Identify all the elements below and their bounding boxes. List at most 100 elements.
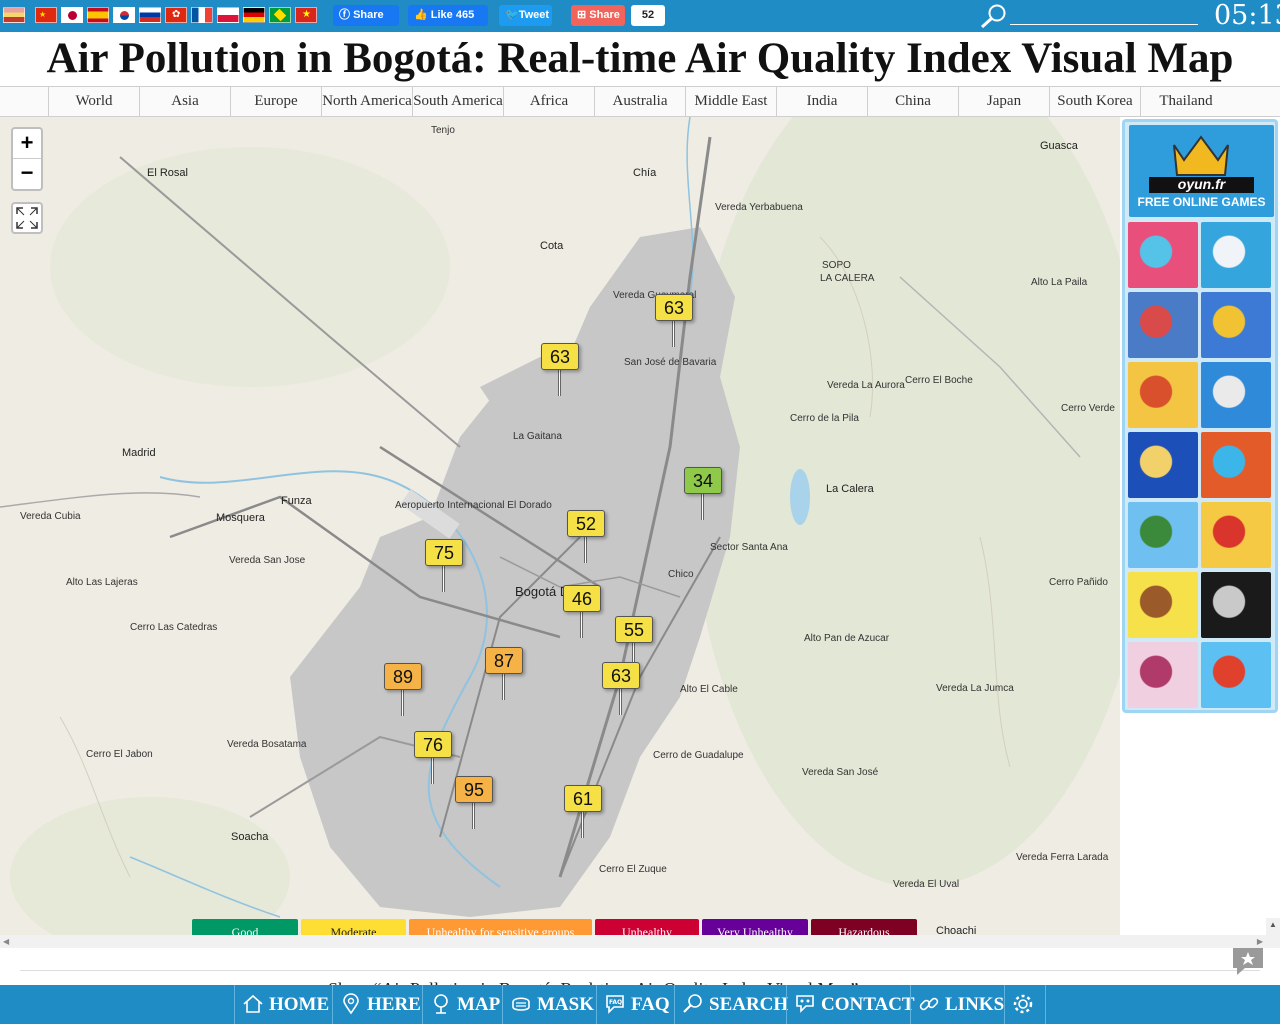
map-label: Cerro El Boche [905, 375, 973, 386]
map-label: Madrid [122, 447, 156, 459]
search-input[interactable] [1010, 24, 1198, 25]
road [0, 492, 201, 508]
scroll-left-arrow-icon[interactable]: ◀ [3, 937, 9, 946]
station-pin [584, 537, 587, 563]
vertical-scrollbar[interactable]: ▲ [1266, 918, 1280, 948]
game-thumb-8[interactable] [1201, 432, 1271, 498]
region-tab-south-america[interactable]: South America [412, 87, 503, 116]
flag-france-icon[interactable] [191, 7, 213, 23]
flag-brazil-icon[interactable] [269, 7, 291, 23]
search-icon[interactable] [980, 3, 1008, 29]
game-thumb-1[interactable] [1128, 222, 1198, 288]
map-label: Chía [633, 167, 657, 179]
nav-search[interactable]: SEARCH [674, 985, 788, 1024]
region-tab-thailand[interactable]: Thailand [1140, 87, 1231, 116]
map-label: Vereda Ferra Larada [1016, 852, 1109, 863]
game-thumb-6[interactable] [1201, 362, 1271, 428]
nav-map[interactable]: MAP [422, 985, 502, 1024]
aqi-station-marker[interactable]: 52 [567, 510, 605, 537]
oyun-banner[interactable]: oyun.fr FREE ONLINE GAMES [1129, 125, 1274, 217]
map-label: Tenjo [431, 125, 455, 136]
aqi-station-marker[interactable]: 63 [602, 662, 640, 689]
region-tab-europe[interactable]: Europe [230, 87, 321, 116]
aqi-station-marker[interactable]: 63 [655, 294, 693, 321]
flag-russia-icon[interactable] [139, 7, 161, 23]
aqi-station-marker[interactable]: 55 [615, 616, 653, 643]
facebook-share-button[interactable]: ⓕ Share [333, 5, 399, 26]
flag-poland-icon[interactable] [217, 7, 239, 23]
link-chain-icon [919, 997, 939, 1011]
map-label: Cerro de Guadalupe [653, 750, 744, 761]
region-tab-asia[interactable]: Asia [139, 87, 230, 116]
flag-south-korea-icon[interactable] [113, 7, 135, 23]
game-thumb-12[interactable] [1201, 572, 1271, 638]
game-thumb-2[interactable] [1201, 222, 1271, 288]
scroll-up-arrow-icon[interactable]: ▲ [1269, 920, 1277, 929]
share-button[interactable]: ⊞ Share [571, 5, 625, 26]
air-quality-map[interactable]: Tenjo Chía Guasca El Rosal Cota Vereda Yerbab… [0, 117, 1120, 935]
map-label: Guasca [1040, 140, 1078, 152]
nav-home[interactable]: HOME [234, 985, 332, 1024]
games-ad-panel[interactable]: oyun.fr FREE ONLINE GAMES [1122, 119, 1278, 713]
region-tab-china[interactable]: China [867, 87, 958, 116]
game-thumb-9[interactable] [1128, 502, 1198, 568]
flag-spain-icon[interactable] [87, 7, 109, 23]
facebook-like-button[interactable]: 👍 Like 465 [408, 5, 488, 26]
game-thumb-11[interactable] [1128, 572, 1198, 638]
legend-good: Good [192, 919, 298, 935]
game-thumb-4[interactable] [1201, 292, 1271, 358]
game-thumb-3[interactable] [1128, 292, 1198, 358]
region-tab-world[interactable]: World [48, 87, 139, 116]
game-thumb-7[interactable] [1128, 432, 1198, 498]
game-thumb-14[interactable] [1201, 642, 1271, 708]
region-tab-north-america[interactable]: North America [321, 87, 412, 116]
map-label: Vereda San Jose [229, 555, 306, 566]
nav-mask[interactable]: MASK [502, 985, 596, 1024]
ad-brand: oyun.fr [1177, 176, 1226, 192]
nav-settings[interactable] [1004, 985, 1046, 1024]
aqi-station-marker[interactable]: 89 [384, 663, 422, 690]
flag-vietnam-icon[interactable]: ★ [295, 7, 317, 23]
horizontal-scrollbar[interactable]: ◀ ▶ [0, 935, 1266, 948]
aqi-station-marker[interactable]: 95 [455, 776, 493, 803]
map-label: Cerro Pañido [1049, 577, 1108, 588]
aqi-station-marker[interactable]: 87 [485, 647, 523, 674]
region-tab-australia[interactable]: Australia [594, 87, 685, 116]
flag-germany-icon[interactable] [243, 7, 265, 23]
clock-time: 05:13 [1214, 0, 1280, 31]
region-tab-india[interactable]: India [776, 87, 867, 116]
aqi-station-marker[interactable]: 34 [684, 467, 722, 494]
region-tab-south-korea[interactable]: South Korea [1049, 87, 1140, 116]
zoom-out-button[interactable]: − [13, 159, 41, 189]
game-thumb-10[interactable] [1201, 502, 1271, 568]
nav-contact[interactable]: CONTACT [786, 985, 915, 1024]
region-tab-middle-east[interactable]: Middle East [685, 87, 776, 116]
game-thumb-5[interactable] [1128, 362, 1198, 428]
region-tab-japan[interactable]: Japan [958, 87, 1049, 116]
flag-japan-icon[interactable] [61, 7, 83, 23]
mountain-terrain [690, 117, 1120, 887]
flag-multi-icon[interactable] [3, 7, 25, 23]
chat-star-icon[interactable] [1229, 944, 1267, 978]
nav-links[interactable]: LINKS [910, 985, 1004, 1024]
map-label: Vereda El Uval [893, 879, 960, 890]
game-thumb-13[interactable] [1128, 642, 1198, 708]
aqi-station-marker[interactable]: 75 [425, 539, 463, 566]
aqi-station-marker[interactable]: 63 [541, 343, 579, 370]
region-tab-africa[interactable]: Africa [503, 87, 594, 116]
nav-here[interactable]: HERE [332, 985, 422, 1024]
station-pin [672, 321, 675, 347]
plus-icon: ⊞ [577, 9, 590, 21]
flag-china-icon[interactable]: ★ [35, 7, 57, 23]
flag-hong-kong-icon[interactable]: ✿ [165, 7, 187, 23]
zoom-in-button[interactable]: + [13, 129, 41, 159]
nav-faq[interactable]: FAQ FAQ [596, 985, 674, 1024]
tweet-button[interactable]: 🐦Tweet [499, 5, 552, 26]
fullscreen-button[interactable] [11, 202, 43, 234]
aqi-station-marker[interactable]: 76 [414, 731, 452, 758]
aqi-station-marker[interactable]: 46 [563, 585, 601, 612]
nav-faq-label: FAQ [631, 994, 670, 1015]
aqi-station-marker[interactable]: 61 [564, 785, 602, 812]
station-pin [619, 689, 622, 715]
fullscreen-icon [16, 207, 38, 229]
